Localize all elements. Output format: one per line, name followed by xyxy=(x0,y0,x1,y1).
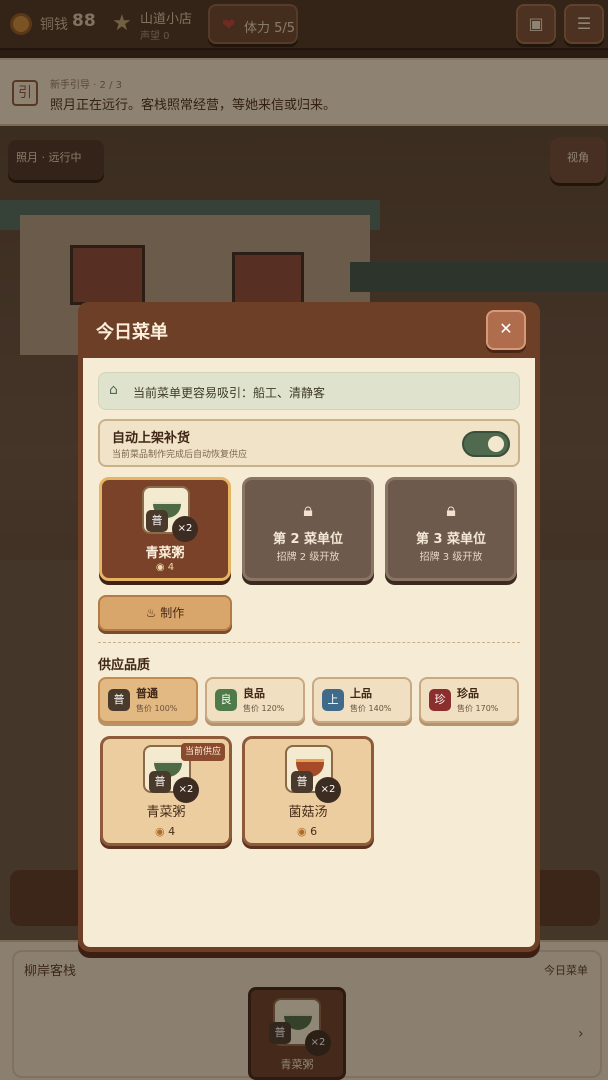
slot-lock-sub: 招牌 2 级开放 xyxy=(276,552,340,563)
lock-icon: 🔒︎ xyxy=(446,500,456,521)
toggle-knob xyxy=(488,436,504,452)
count-badge: ×2 xyxy=(172,516,198,542)
price-value: 4 xyxy=(167,562,175,573)
quality-option[interactable]: 上上品售价 140% xyxy=(312,677,412,723)
current-supply-badge: 当前供应 xyxy=(181,743,226,761)
menu-slot-3[interactable]: 🔒︎ 第 3 菜单位 招牌 3 级开放 xyxy=(385,477,517,581)
count-badge: ×2 xyxy=(315,777,341,803)
attract-text: 当前菜单更容易吸引：船工、清静客 xyxy=(133,386,326,400)
quality-name: 珍品 xyxy=(457,687,479,700)
quality-price: 售价 100% xyxy=(136,704,178,713)
make-label: 制作 xyxy=(160,606,185,620)
make-button[interactable]: ♨ 制作 xyxy=(98,595,232,631)
menu-item-card[interactable]: 普 ×2 菌菇汤 ◉ 6 xyxy=(242,736,374,846)
quality-section-title: 供应品质 xyxy=(98,658,151,673)
slot-dish-price: ◉ 4 xyxy=(102,562,228,573)
quality-name: 普通 xyxy=(136,687,158,700)
grade-badge: 普 xyxy=(291,771,313,793)
auto-restock-sub: 当前菜品制作完成后自动恢复供应 xyxy=(112,450,248,460)
auto-restock-title: 自动上架补货 xyxy=(112,431,191,446)
grade-badge: 普 xyxy=(149,771,171,793)
menu-item-card[interactable]: 普 ×2 青菜粥 ◉ 4 当前供应 xyxy=(100,736,232,846)
slot-lock-title: 第 2 菜单位 xyxy=(272,532,344,547)
price-value: 4 xyxy=(168,825,176,838)
menu-item-name: 青菜粥 xyxy=(146,805,186,820)
quality-badge: 上 xyxy=(322,689,344,711)
coin-icon: ◉ xyxy=(155,825,169,838)
menu-item-price: ◉ 6 xyxy=(297,825,317,838)
quality-badge: 良 xyxy=(215,689,237,711)
menu-slot-1[interactable]: 普 ×2 青菜粥 ◉ 4 xyxy=(99,477,231,581)
quality-price: 售价 120% xyxy=(243,704,285,713)
menu-item-name: 菌菇汤 xyxy=(288,805,328,820)
quality-price: 售价 140% xyxy=(350,704,392,713)
quality-name: 上品 xyxy=(350,687,372,700)
pot-icon: ♨ xyxy=(145,606,161,620)
dialog-title: 今日菜单 xyxy=(96,322,168,343)
quality-price: 售价 170% xyxy=(457,704,499,713)
house-icon: ⌂ xyxy=(109,382,118,398)
slot-lock-sub: 招牌 3 级开放 xyxy=(419,552,483,563)
quality-badge: 珍 xyxy=(429,689,451,711)
coin-icon: ◉ xyxy=(297,825,311,838)
close-button[interactable]: ✕ xyxy=(486,310,526,350)
auto-restock-toggle[interactable] xyxy=(462,431,510,457)
slot-lock-title: 第 3 菜单位 xyxy=(415,532,487,547)
quality-option[interactable]: 良良品售价 120% xyxy=(205,677,305,723)
quality-badge: 普 xyxy=(108,689,130,711)
coin-icon: ◉ xyxy=(155,562,168,573)
quality-option[interactable]: 珍珍品售价 170% xyxy=(419,677,519,723)
auto-restock-row: 自动上架补货 当前菜品制作完成后自动恢复供应 xyxy=(98,419,520,467)
quality-name: 良品 xyxy=(243,687,265,700)
slot-dish-name: 青菜粥 xyxy=(145,546,185,561)
divider xyxy=(98,642,520,643)
menu-item-price: ◉ 4 xyxy=(155,825,175,838)
count-badge: ×2 xyxy=(173,777,199,803)
quality-option[interactable]: 普普通售价 100% xyxy=(98,677,198,723)
close-icon: ✕ xyxy=(499,319,513,338)
attract-info: ⌂ 当前菜单更容易吸引：船工、清静客 xyxy=(98,372,520,410)
price-value: 6 xyxy=(310,825,318,838)
lock-icon: 🔒︎ xyxy=(303,500,313,521)
menu-slot-2[interactable]: 🔒︎ 第 2 菜单位 招牌 2 级开放 xyxy=(242,477,374,581)
grade-badge: 普 xyxy=(146,510,168,532)
